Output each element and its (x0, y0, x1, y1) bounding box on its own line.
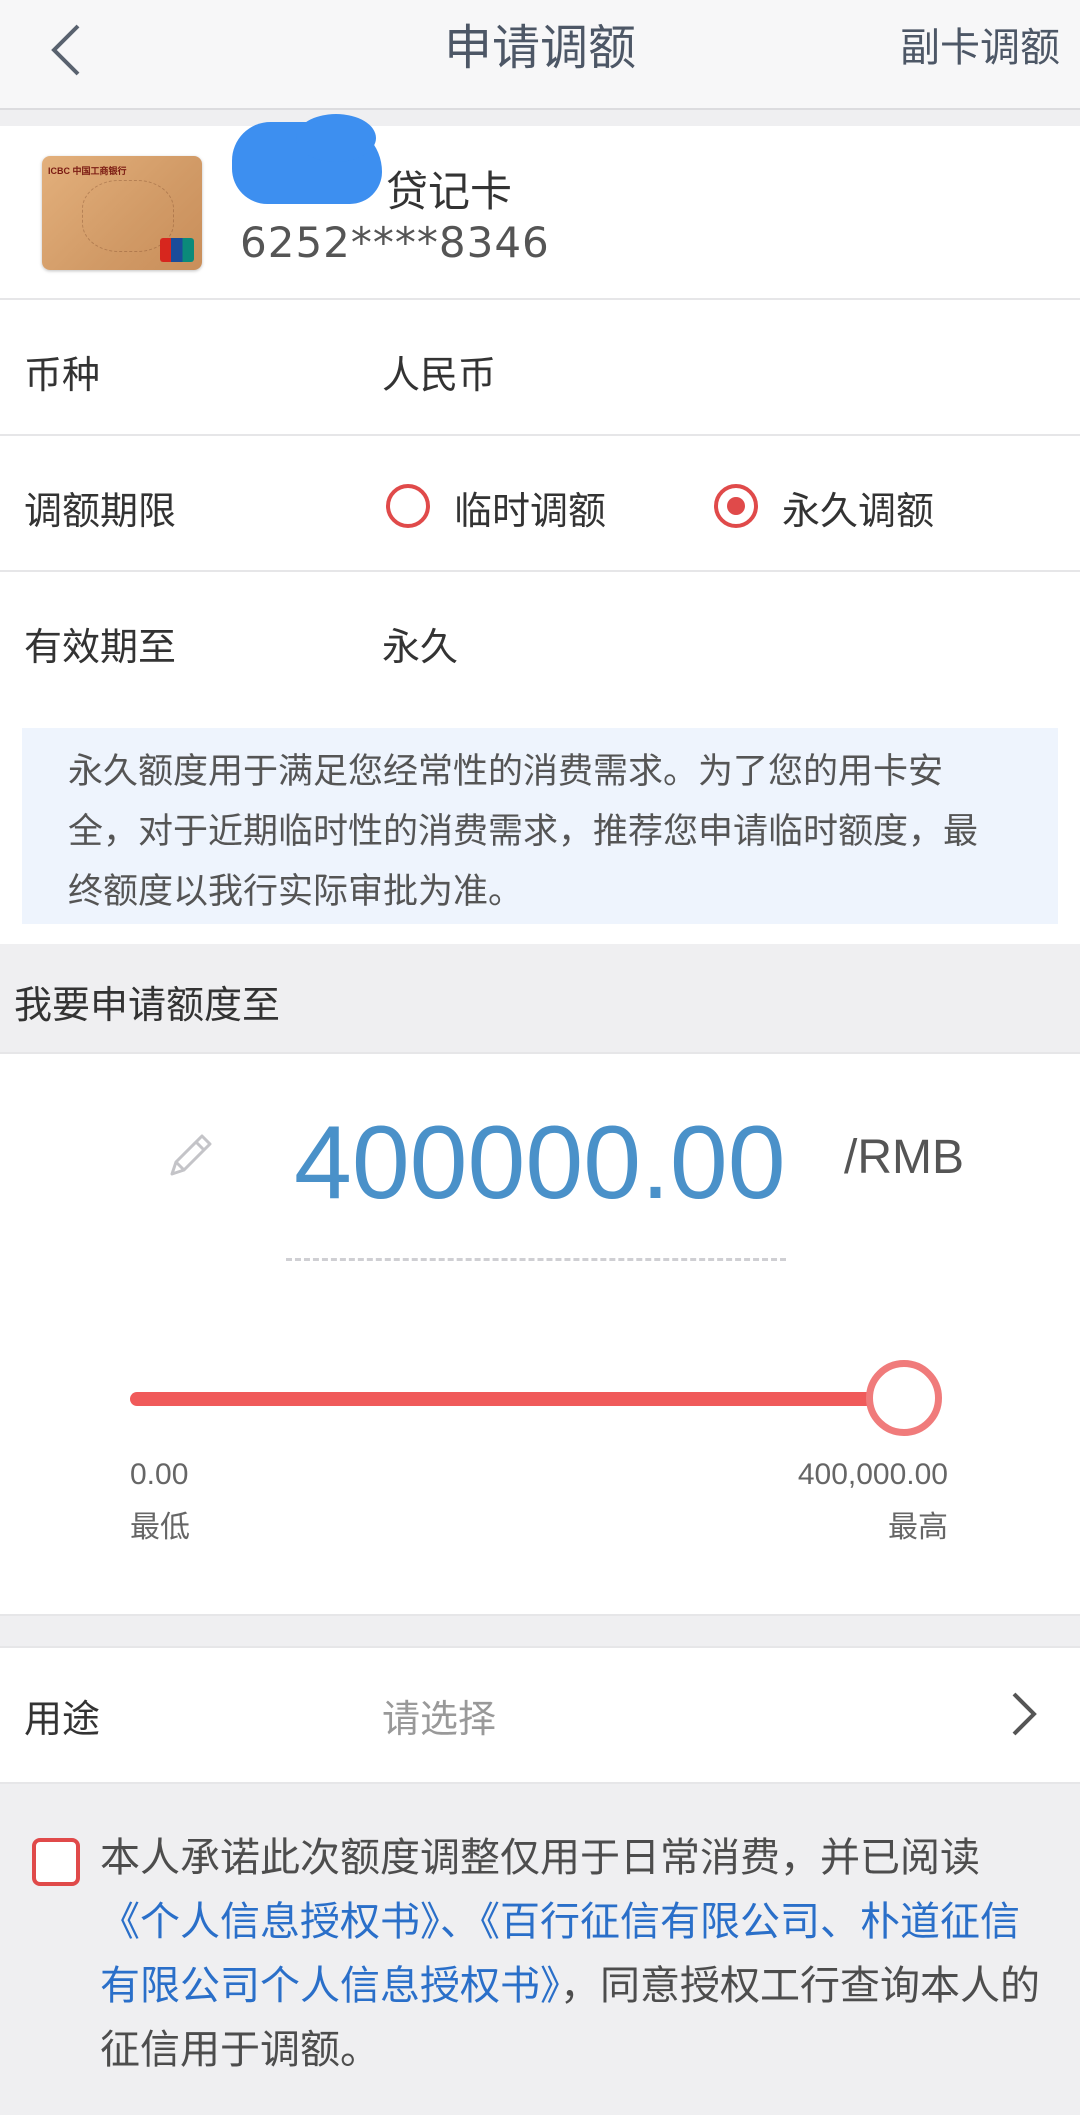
amount-slider-thumb[interactable] (866, 1360, 942, 1436)
amount-value[interactable]: 400000.00 (294, 1104, 786, 1223)
currency-label: 币种 (24, 353, 101, 397)
personal-info-authorization-link[interactable]: 《个人信息授权书》 (100, 1899, 440, 1945)
amount-slider-track[interactable] (130, 1392, 904, 1406)
valid-until-value: 永久 (382, 625, 459, 669)
pencil-edit-icon[interactable] (160, 1124, 220, 1184)
agreement-text: 本人承诺此次额度调整仅用于日常消费，并已阅读《个人信息授权书》、《百行征信有限公… (100, 1826, 1050, 2082)
purpose-row[interactable] (0, 1646, 1080, 1784)
card-thumbnail: ICBC 中国工商银行 (42, 156, 202, 270)
amount-unit: /RMB (844, 1131, 964, 1184)
temporary-adjust-radio[interactable] (386, 484, 430, 528)
valid-until-label: 有效期至 (24, 625, 177, 669)
purpose-select[interactable]: 请选择 (382, 1688, 496, 1743)
agreement-text-before: 本人承诺此次额度调整仅用于日常消费，并已阅读 (100, 1835, 980, 1881)
currency-value: 人民币 (382, 353, 497, 397)
agreement-checkbox[interactable] (32, 1838, 80, 1886)
radio-selected-dot (727, 497, 745, 515)
agreement-separator: 、 (440, 1899, 480, 1945)
notice-text: 永久额度用于满足您经常性的消费需求。为了您的用卡安全，对于近期临时性的消费需求，… (68, 752, 979, 912)
unionpay-logo (160, 238, 194, 262)
slider-max-label: 最高 (888, 1510, 948, 1545)
permanent-adjust-label[interactable]: 永久调额 (782, 480, 934, 535)
back-button[interactable] (36, 10, 96, 90)
slider-min-label: 最低 (130, 1510, 190, 1545)
card-name: 贷记卡 (386, 167, 513, 216)
chevron-right-icon[interactable] (1004, 1686, 1044, 1742)
temporary-adjust-label[interactable]: 临时调额 (454, 480, 606, 535)
card-number: 6252****8346 (240, 218, 550, 267)
slider-max-value: 400,000.00 (797, 1458, 948, 1491)
redaction-mask (296, 114, 376, 162)
permanent-adjust-radio[interactable] (714, 484, 758, 528)
term-label: 调额期限 (24, 489, 177, 533)
currency-row (0, 300, 1080, 436)
amount-underline (286, 1258, 786, 1261)
chevron-left-icon (51, 24, 80, 76)
page-title: 申请调额 (443, 20, 636, 76)
purpose-label: 用途 (24, 1697, 101, 1741)
bank-logo: ICBC 中国工商银行 (48, 166, 127, 176)
sub-card-adjust-button[interactable]: 副卡调额 (860, 8, 1060, 88)
card-info-section: ICBC 中国工商银行 (0, 126, 1080, 300)
slider-min-value: 0.00 (130, 1458, 189, 1491)
amount-section-title: 我要申请额度至 (14, 983, 281, 1027)
